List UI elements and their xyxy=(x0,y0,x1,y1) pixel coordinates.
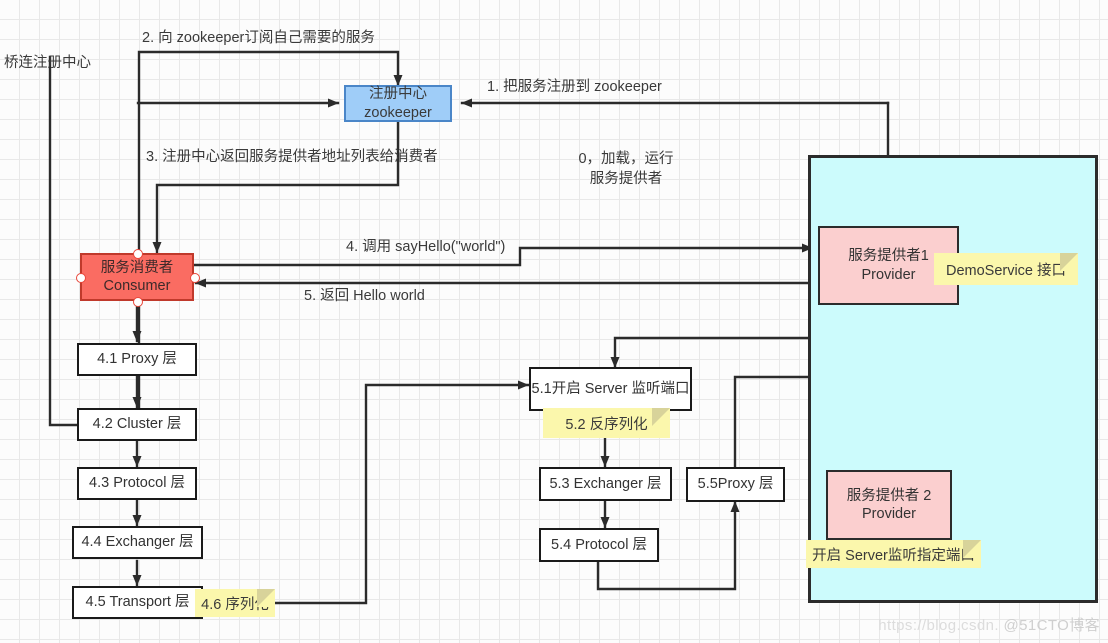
edge-bridge-registry xyxy=(50,57,78,425)
node-provider-layer-protocol[interactable]: 5.4 Protocol 层 xyxy=(539,528,659,562)
watermark: https://blog.csdn. @51CTO博客 xyxy=(878,614,1100,635)
provider1-subtitle: Provider xyxy=(848,266,929,284)
label-step-1: 1. 把服务注册到 zookeeper xyxy=(487,78,662,98)
node-registry[interactable]: 注册中心 zookeeper xyxy=(344,85,452,122)
note-deserialize-label: 5.2 反序列化 xyxy=(565,413,647,434)
label-bridge-registry: 桥连注册中心 xyxy=(4,54,91,74)
layer-label: 4.5 Transport 层 xyxy=(86,593,190,611)
watermark-tag: @51CTO博客 xyxy=(1003,617,1100,634)
layer-label: 5.5Proxy 层 xyxy=(698,475,774,493)
label-step-0: 0，加载，运行 服务提供者 xyxy=(556,150,696,189)
node-provider-layer-server[interactable]: 5.1开启 Server 监听端口 xyxy=(529,367,692,411)
note-open-server-port[interactable]: 开启 Server监听指定端口 xyxy=(806,540,981,568)
label-step-0-line2: 服务提供者 xyxy=(556,170,696,190)
node-consumer-layer-exchanger[interactable]: 4.4 Exchanger 层 xyxy=(72,526,203,559)
provider1-title: 服务提供者1 xyxy=(848,247,929,265)
node-consumer-layer-cluster[interactable]: 4.2 Cluster 层 xyxy=(77,408,197,441)
note-open-server-port-label: 开启 Server监听指定端口 xyxy=(812,544,975,565)
port-consumer-top xyxy=(133,249,143,259)
layer-label: 4.4 Exchanger 层 xyxy=(81,533,193,551)
node-provider-layer-proxy[interactable]: 5.5Proxy 层 xyxy=(686,467,785,502)
note-serialize[interactable]: 4.6 序列化 xyxy=(195,589,275,617)
edge-registry-return xyxy=(157,121,398,252)
port-consumer-left xyxy=(76,273,86,283)
label-step-4: 4. 调用 sayHello("world") xyxy=(346,238,505,258)
registry-title: 注册中心 xyxy=(364,85,432,103)
registry-subtitle: zookeeper xyxy=(364,104,432,122)
consumer-subtitle: Consumer xyxy=(101,277,174,295)
note-serialize-label: 4.6 序列化 xyxy=(201,593,269,614)
note-demoservice[interactable]: DemoService 接口 xyxy=(934,253,1078,285)
port-consumer-bottom xyxy=(133,297,143,307)
edge-serialize-to-server xyxy=(273,385,528,603)
layer-label: 4.1 Proxy 层 xyxy=(97,350,177,368)
node-provider-layer-exchanger[interactable]: 5.3 Exchanger 层 xyxy=(539,467,672,501)
note-deserialize[interactable]: 5.2 反序列化 xyxy=(543,408,670,438)
layer-label: 4.3 Protocol 层 xyxy=(89,474,185,492)
watermark-url: https://blog.csdn. xyxy=(878,617,999,634)
node-consumer-layer-protocol[interactable]: 4.3 Protocol 层 xyxy=(77,467,197,500)
diagram-canvas: 注册中心 zookeeper 服务消费者 Consumer 4.1 Proxy … xyxy=(0,0,1108,643)
node-consumer[interactable]: 服务消费者 Consumer xyxy=(80,253,194,301)
note-demoservice-label: DemoService 接口 xyxy=(946,259,1066,280)
layer-label: 5.3 Exchanger 层 xyxy=(549,475,661,493)
label-step-5: 5. 返回 Hello world xyxy=(304,287,425,307)
provider2-subtitle: Provider xyxy=(847,505,932,523)
node-provider-2[interactable]: 服务提供者 2 Provider xyxy=(826,470,952,540)
label-step-3: 3. 注册中心返回服务提供者地址列表给消费者 xyxy=(146,148,438,168)
layer-label: 4.2 Cluster 层 xyxy=(93,415,182,433)
edge-return-hello xyxy=(196,283,888,300)
layer-label: 5.1开启 Server 监听端口 xyxy=(532,380,690,398)
node-consumer-layer-transport[interactable]: 4.5 Transport 层 xyxy=(72,586,203,619)
layer-label: 5.4 Protocol 层 xyxy=(551,536,647,554)
consumer-title: 服务消费者 xyxy=(101,259,174,277)
provider2-title: 服务提供者 2 xyxy=(847,487,932,505)
label-step-2: 2. 向 zookeeper订阅自己需要的服务 xyxy=(142,29,375,49)
node-consumer-layer-proxy[interactable]: 4.1 Proxy 层 xyxy=(77,343,197,376)
port-consumer-right xyxy=(190,273,200,283)
label-step-0-line1: 0，加载，运行 xyxy=(556,150,696,170)
